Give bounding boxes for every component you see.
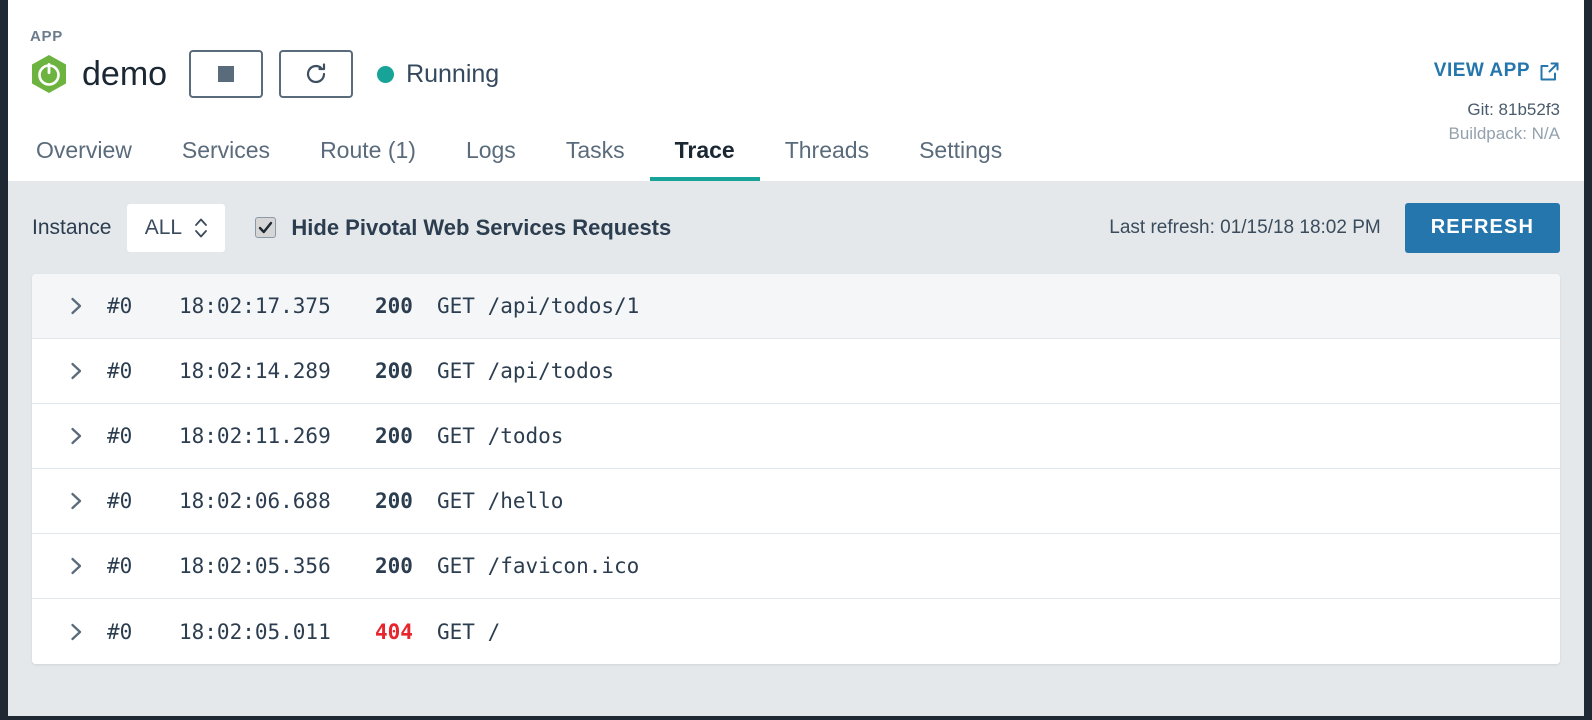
row-timestamp: 18:02:14.289 <box>179 359 331 383</box>
restart-circular-arrow-icon <box>304 62 328 86</box>
buildpack-text: Buildpack: N/A <box>1448 124 1561 143</box>
row-timestamp: 18:02:06.688 <box>179 489 331 513</box>
restart-button[interactable] <box>279 50 354 98</box>
filter-bar: Instance ALL Hide Pivotal Web Services R… <box>8 181 1584 274</box>
app-header: APP demo Running VIEW APP Git: 81b52f3 B… <box>8 0 1584 181</box>
header-right-block: VIEW APP Git: 81b52f3 Buildpack: N/A <box>1434 60 1560 144</box>
chevron-up-down-icon <box>194 217 208 239</box>
app-status: Running <box>377 60 499 89</box>
row-instance: #0 <box>107 489 133 513</box>
instance-select[interactable]: ALL <box>127 203 226 252</box>
app-kind-label: APP <box>30 28 63 45</box>
table-row[interactable]: #0 18:02:11.269 200 GET /todos <box>32 404 1560 469</box>
row-timestamp: 18:02:05.356 <box>179 554 331 578</box>
row-status-code: 200 <box>375 489 413 513</box>
row-status-code: 200 <box>375 554 413 578</box>
tab-tasks[interactable]: Tasks <box>541 137 650 181</box>
row-instance: #0 <box>107 619 133 644</box>
window-left-gutter <box>0 0 8 720</box>
tab-logs[interactable]: Logs <box>441 137 541 181</box>
last-refresh-text: Last refresh: 01/15/18 18:02 PM <box>1109 216 1381 238</box>
chevron-right-icon[interactable] <box>70 623 83 641</box>
row-instance: #0 <box>107 554 133 578</box>
view-app-link[interactable]: VIEW APP <box>1434 60 1560 82</box>
chevron-right-icon[interactable] <box>70 362 83 380</box>
spring-boot-logo <box>30 54 68 94</box>
external-link-icon <box>1539 61 1560 82</box>
refresh-button[interactable]: REFRESH <box>1404 202 1560 253</box>
tab-services[interactable]: Services <box>157 137 295 181</box>
page-root: APP demo Running VIEW APP Git: 81b52f3 B… <box>8 0 1584 716</box>
view-app-label: VIEW APP <box>1433 60 1530 81</box>
table-row[interactable]: #0 18:02:06.688 200 GET /hello <box>32 469 1560 534</box>
status-dot-icon <box>377 65 395 83</box>
tab-settings[interactable]: Settings <box>894 137 1027 181</box>
row-request: GET /api/todos <box>437 359 615 383</box>
row-instance: #0 <box>107 424 133 448</box>
chevron-right-icon[interactable] <box>70 492 83 510</box>
row-status-code: 200 <box>375 294 413 318</box>
row-instance: #0 <box>107 294 133 318</box>
hide-pws-requests-checkbox[interactable]: Hide Pivotal Web Services Requests <box>255 215 671 241</box>
trace-list-panel: #0 18:02:17.375 200 GET /api/todos/1 #0 … <box>32 274 1560 664</box>
table-row[interactable]: #0 18:02:14.289 200 GET /api/todos <box>32 339 1560 404</box>
row-instance: #0 <box>107 359 133 383</box>
chevron-right-icon[interactable] <box>70 427 83 445</box>
chevron-right-icon[interactable] <box>70 297 83 315</box>
row-request: GET /favicon.ico <box>437 554 640 578</box>
stop-button[interactable] <box>189 50 264 98</box>
row-status-code: 404 <box>375 619 413 644</box>
tab-trace[interactable]: Trace <box>649 137 760 181</box>
row-request: GET /hello <box>437 489 564 513</box>
app-name: demo <box>82 55 168 93</box>
tab-threads[interactable]: Threads <box>760 137 894 181</box>
table-row[interactable]: #0 18:02:17.375 200 GET /api/todos/1 <box>32 274 1560 339</box>
row-timestamp: 18:02:11.269 <box>179 424 331 448</box>
row-request: GET /api/todos/1 <box>437 294 640 318</box>
table-row[interactable]: #0 18:02:05.011 404 GET / <box>32 599 1560 664</box>
row-request: GET /todos <box>437 424 564 448</box>
tab-overview[interactable]: Overview <box>30 137 157 181</box>
status-label: Running <box>406 59 500 88</box>
row-status-code: 200 <box>375 359 413 383</box>
instance-label: Instance <box>32 215 112 239</box>
window-bottom-gutter <box>0 716 1592 720</box>
tab-bar: Overview Services Route (1) Logs Tasks T… <box>30 137 1027 181</box>
row-status-code: 200 <box>375 424 413 448</box>
table-row[interactable]: #0 18:02:05.356 200 GET /favicon.ico <box>32 534 1560 599</box>
chevron-right-icon[interactable] <box>70 557 83 575</box>
refresh-zone: Last refresh: 01/15/18 18:02 PM REFRESH <box>1109 202 1560 253</box>
tab-route[interactable]: Route (1) <box>295 137 441 181</box>
stop-square-icon <box>218 66 235 82</box>
row-timestamp: 18:02:17.375 <box>179 294 331 318</box>
hide-pws-requests-label: Hide Pivotal Web Services Requests <box>291 214 672 240</box>
instance-select-value: ALL <box>144 215 183 239</box>
row-timestamp: 18:02:05.011 <box>179 619 331 644</box>
row-request: GET / <box>437 619 501 644</box>
git-commit-text: Git: 81b52f3 <box>1467 100 1560 119</box>
app-title-row: demo Running <box>30 50 499 98</box>
checkbox-checked-icon <box>255 217 277 238</box>
window-right-gutter <box>1584 0 1592 720</box>
